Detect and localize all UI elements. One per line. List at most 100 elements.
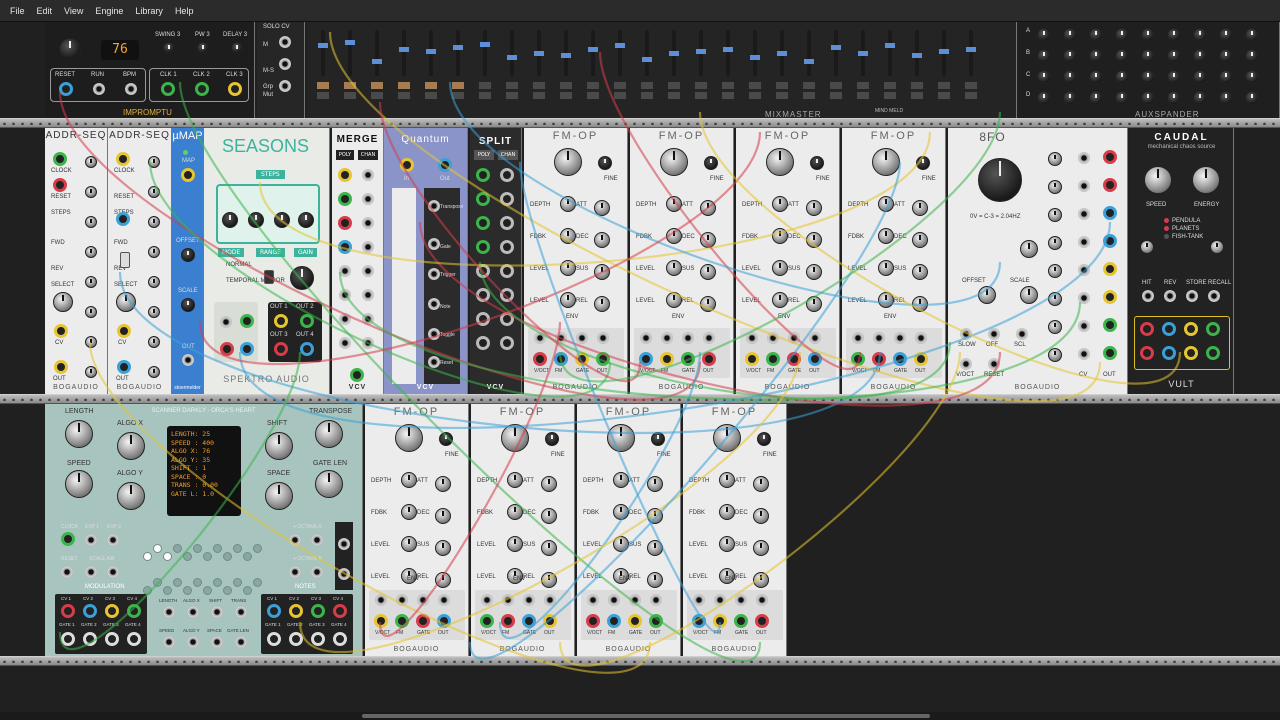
cv-out-jack[interactable]	[83, 604, 97, 618]
clk2-jack[interactable]	[195, 82, 209, 96]
fm-cv-jack[interactable]	[481, 594, 493, 606]
scale-a-button[interactable]	[213, 544, 222, 553]
energy-knob[interactable]	[1192, 166, 1220, 194]
trigger-jack[interactable]	[428, 268, 440, 280]
env-knob[interactable]	[647, 508, 663, 524]
length-knob[interactable]	[65, 420, 93, 448]
fine-knob[interactable]	[439, 432, 453, 446]
fader-cap[interactable]	[588, 47, 598, 52]
solo-button[interactable]	[695, 92, 707, 99]
env-knob[interactable]	[541, 540, 557, 556]
fine-knob[interactable]	[651, 432, 665, 446]
fine-knob[interactable]	[545, 432, 559, 446]
step-knob[interactable]	[85, 246, 97, 258]
env-knob[interactable]	[753, 540, 769, 556]
reset-jack[interactable]	[53, 178, 67, 192]
aux-send-knob[interactable]	[1063, 70, 1077, 84]
slow-jack[interactable]	[960, 328, 972, 340]
gatelen-knob[interactable]	[315, 470, 343, 498]
fm-knob[interactable]	[613, 472, 629, 488]
mixer-fader[interactable]	[912, 30, 922, 76]
aux-send-knob[interactable]	[1219, 28, 1233, 42]
season-knob[interactable]	[222, 212, 238, 228]
scale-b-button[interactable]	[203, 586, 212, 595]
fm-knob[interactable]	[719, 536, 735, 552]
lfo-out-jack[interactable]	[1103, 150, 1117, 164]
env-knob[interactable]	[700, 232, 716, 248]
gate-out-jack[interactable]	[127, 632, 141, 646]
mute-button[interactable]	[695, 82, 707, 89]
menu-library[interactable]: Library	[129, 6, 169, 16]
mute-button[interactable]	[641, 82, 653, 89]
aux-send-knob[interactable]	[1063, 28, 1077, 42]
fm-cv-jack[interactable]	[438, 594, 450, 606]
merge-in-jack[interactable]	[339, 289, 351, 301]
lfo-cv-jack[interactable]	[1078, 320, 1090, 332]
solo-cv-jack[interactable]	[279, 58, 291, 70]
out3-jack[interactable]	[274, 342, 288, 356]
fm-cv-jack[interactable]	[629, 594, 641, 606]
exp1-jack[interactable]	[85, 534, 97, 546]
aux-send-knob[interactable]	[1037, 70, 1051, 84]
solo-button[interactable]	[965, 92, 977, 99]
fm-knob[interactable]	[560, 196, 576, 212]
fm-cv-jack[interactable]	[873, 332, 885, 344]
scl-jack[interactable]	[1016, 328, 1028, 340]
fm-io-jack[interactable]	[501, 614, 515, 628]
fm-io-jack[interactable]	[543, 614, 557, 628]
lfo-cv-jack[interactable]	[1078, 208, 1090, 220]
merge-in-jack[interactable]	[362, 193, 374, 205]
steps-tab[interactable]: STEPS	[256, 170, 285, 179]
fine-knob[interactable]	[916, 156, 930, 170]
fader-cap[interactable]	[642, 57, 652, 62]
lfo-cv-jack[interactable]	[1078, 292, 1090, 304]
caudal-out-jack[interactable]	[1162, 346, 1176, 360]
ratio-knob[interactable]	[766, 148, 794, 176]
scale-b-button[interactable]	[153, 578, 162, 587]
fm-cv-jack[interactable]	[682, 332, 694, 344]
out1-jack[interactable]	[274, 314, 288, 328]
lfo-phase-knob[interactable]	[1048, 348, 1062, 362]
env-knob[interactable]	[806, 200, 822, 216]
scale-b-button[interactable]	[173, 578, 182, 587]
fm-io-jack[interactable]	[681, 352, 695, 366]
aux-send-knob[interactable]	[1219, 91, 1233, 105]
aux-send-knob[interactable]	[1037, 49, 1051, 63]
scale-b-button[interactable]	[253, 578, 262, 587]
fm-cv-jack[interactable]	[523, 594, 535, 606]
shift-knob[interactable]	[265, 432, 293, 460]
rack-canvas[interactable]: 76 SWING 3 PW 3 DELAY 3 RESET RUN BPM CL…	[0, 22, 1280, 712]
fm-knob[interactable]	[613, 504, 629, 520]
fm-cv-jack[interactable]	[375, 594, 387, 606]
fine-knob[interactable]	[757, 432, 771, 446]
ratio-knob[interactable]	[501, 424, 529, 452]
mute-button[interactable]	[371, 82, 383, 89]
cv-out-jack[interactable]	[267, 604, 281, 618]
fader-cap[interactable]	[885, 43, 895, 48]
solo-button[interactable]	[425, 92, 437, 99]
mute-button[interactable]	[749, 82, 761, 89]
lfo-cv-jack[interactable]	[1078, 152, 1090, 164]
fm-io-jack[interactable]	[639, 352, 653, 366]
lfo-out-jack[interactable]	[1103, 346, 1117, 360]
step-knob[interactable]	[148, 186, 160, 198]
fm-cv-jack[interactable]	[650, 594, 662, 606]
season-knob[interactable]	[274, 212, 290, 228]
fm-io-jack[interactable]	[755, 614, 769, 628]
mode-knob[interactable]	[1140, 240, 1154, 254]
phase-knob[interactable]	[1020, 240, 1038, 258]
mixer-fader[interactable]	[750, 30, 760, 76]
fm-knob[interactable]	[878, 260, 894, 276]
bpm-jack[interactable]	[125, 83, 137, 95]
fm-knob[interactable]	[560, 228, 576, 244]
merge-in-jack[interactable]	[362, 289, 374, 301]
fm-cv-jack[interactable]	[852, 332, 864, 344]
mixer-fader[interactable]	[534, 30, 544, 76]
gate-out-jack[interactable]	[289, 632, 303, 646]
merge-out-jack[interactable]	[350, 368, 364, 382]
mute-button[interactable]	[938, 82, 950, 89]
fader-cap[interactable]	[804, 59, 814, 64]
fm-cv-jack[interactable]	[788, 332, 800, 344]
fm-io-jack[interactable]	[554, 352, 568, 366]
fm-io-jack[interactable]	[734, 614, 748, 628]
